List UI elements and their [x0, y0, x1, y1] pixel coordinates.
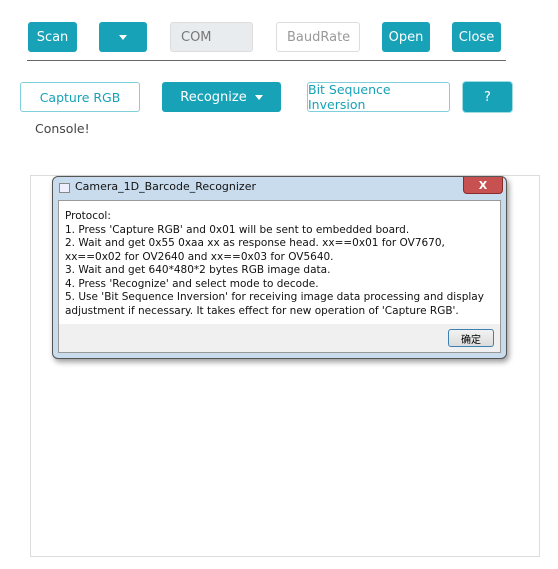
close-button[interactable]: Close [452, 22, 501, 52]
message-line: 3. Wait and get 640*480*2 bytes RGB imag… [65, 264, 331, 276]
recognize-label: Recognize [180, 89, 247, 105]
message-line: 2. Wait and get 0x55 0xaa xx as response… [65, 237, 449, 263]
scan-button[interactable]: Scan [28, 22, 77, 52]
message-dialog: Camera_1D_Barcode_Recognizer X Protocol:… [52, 176, 507, 359]
message-line: 1. Press 'Capture RGB' and 0x01 will be … [65, 223, 410, 236]
caret-down-icon [254, 94, 263, 100]
port-dropdown-button[interactable] [99, 22, 147, 52]
message-line: 5. Use 'Bit Sequence Inversion' for rece… [65, 291, 488, 317]
divider [27, 60, 506, 61]
help-button[interactable]: ? [463, 82, 512, 112]
message-line: 4. Press 'Recognize' and select mode to … [65, 277, 319, 290]
app-icon [59, 183, 70, 193]
dialog-title: Camera_1D_Barcode_Recognizer [75, 180, 257, 193]
recognize-button[interactable]: Recognize [162, 82, 281, 112]
dialog-close-button[interactable]: X [463, 177, 503, 194]
bit-sequence-inversion-button[interactable]: Bit Sequence Inversion [307, 82, 450, 112]
caret-down-icon [119, 34, 127, 40]
capture-rgb-button[interactable]: Capture RGB [20, 82, 140, 112]
message-line: Protocol: [65, 210, 111, 222]
port-field[interactable]: COM [170, 22, 253, 52]
baudrate-input[interactable]: BaudRate [276, 22, 360, 52]
console-text: Console! [35, 121, 90, 136]
dialog-message: Protocol: 1. Press 'Capture RGB' and 0x0… [59, 201, 500, 324]
ok-button[interactable]: 确定 [448, 329, 494, 347]
open-button[interactable]: Open [382, 22, 430, 52]
